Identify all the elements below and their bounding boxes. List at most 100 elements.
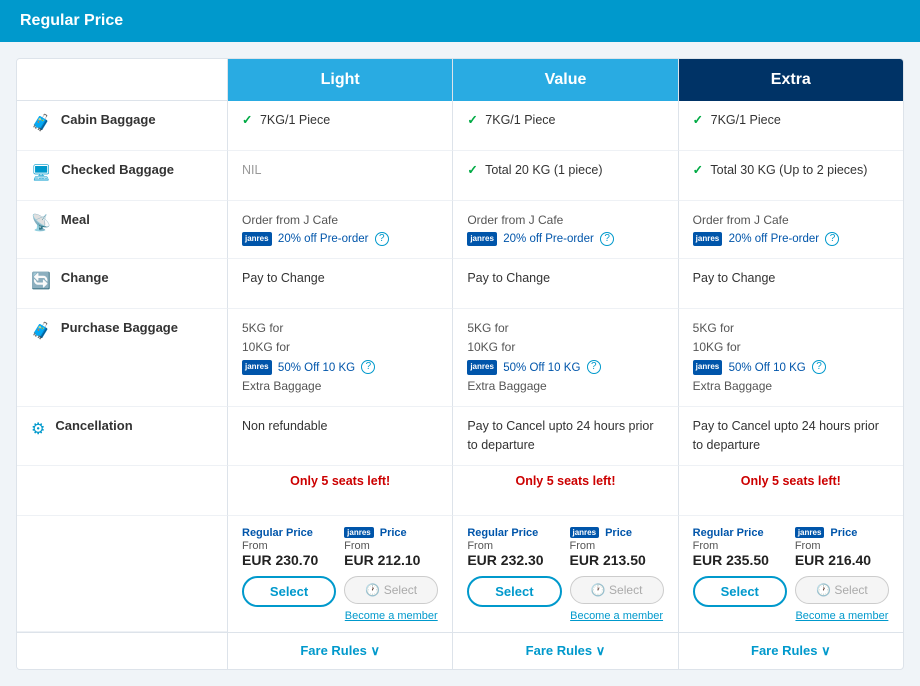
row-cancellation-label: ⚙ Cancellation (17, 407, 227, 466)
col-label-value: Value (545, 71, 587, 88)
fare-rules-value-label: Fare Rules (526, 643, 592, 658)
janres-logo-price-light: janres (344, 527, 374, 538)
price-extra-regular-label: Regular Price (693, 526, 787, 540)
check-icon-checked-value: ✓ (467, 163, 477, 177)
price-extra-janres-from: From (795, 540, 889, 552)
become-member-extra[interactable]: Become a member (795, 610, 889, 622)
help-icon-meal-extra[interactable]: ? (825, 232, 839, 246)
cabin-baggage-icon: 🧳 (31, 113, 51, 133)
baggage-value-extra: Extra Baggage (467, 377, 663, 396)
select-button-light[interactable]: Select (242, 576, 336, 607)
row-checked-baggage-label: 🖥 Checked Baggage (17, 151, 227, 201)
price-extra-janres-amount: EUR 216.40 (795, 552, 889, 568)
clock-icon-value: 🕐 (591, 583, 606, 597)
checked-baggage-icon: 🖥 (31, 163, 51, 183)
page-header: Regular Price (0, 0, 920, 42)
col-header-light: Light (227, 59, 452, 101)
seats-extra-cell: Only 5 seats left! (678, 466, 903, 516)
become-member-value[interactable]: Become a member (570, 610, 664, 622)
help-icon-bag-light[interactable]: ? (361, 360, 375, 374)
price-light-regular-label: Regular Price (242, 526, 336, 540)
select-button-extra-disabled: 🕐 Select (795, 576, 889, 604)
meal-light-cell: Order from J Cafe janres 20% off Pre-ord… (227, 201, 452, 259)
row-change-label: 🔄 Change (17, 259, 227, 309)
janres-logo-bag-extra: janres (693, 360, 723, 375)
price-extra-regular-amount: EUR 235.50 (693, 552, 787, 568)
select-button-value-disabled: 🕐 Select (570, 576, 664, 604)
price-value-regular-amount: EUR 232.30 (467, 552, 561, 568)
meal-value-line1: Order from J Cafe (467, 211, 663, 229)
header-empty-cell (17, 59, 227, 101)
price-value-janres-amount: EUR 213.50 (570, 552, 664, 568)
select-disabled-value-text: Select (609, 583, 642, 597)
header-title: Regular Price (20, 12, 123, 29)
price-empty-label (17, 516, 227, 632)
price-value-janres: janres Price From EUR 213.50 🕐 Select Be… (570, 526, 664, 622)
price-light-regular-amount: EUR 230.70 (242, 552, 336, 568)
select-button-extra[interactable]: Select (693, 576, 787, 607)
fare-rules-value-chevron: ∨ (596, 643, 606, 658)
select-button-value[interactable]: Select (467, 576, 561, 607)
baggage-value-5kg: 5KG for (467, 319, 663, 338)
price-extra-cell: Regular Price From EUR 235.50 Select jan… (678, 516, 903, 632)
check-icon-cabin-light: ✓ (242, 113, 252, 127)
janres-logo-price-extra: janres (795, 527, 825, 538)
cancellation-extra-cell: Pay to Cancel upto 24 hours prior to dep… (678, 407, 903, 466)
cancellation-text: Cancellation (55, 417, 132, 435)
meal-value-line2: janres 20% off Pre-order ? (467, 229, 663, 248)
price-light-cell: Regular Price From EUR 230.70 Select jan… (227, 516, 452, 632)
seats-light-text: Only 5 seats left! (290, 474, 390, 488)
fare-rules-value[interactable]: Fare Rules ∨ (452, 632, 677, 669)
change-text: Change (61, 269, 109, 287)
fare-rules-light-label: Fare Rules (300, 643, 366, 658)
checked-light-nil: NIL (242, 163, 261, 177)
purchase-baggage-icon: 🧳 (31, 321, 51, 341)
baggage-extra-10kg: 10KG for (693, 338, 889, 357)
fare-rules-light[interactable]: Fare Rules ∨ (227, 632, 452, 669)
cancellation-icon: ⚙ (31, 419, 45, 439)
purchase-baggage-text: Purchase Baggage (61, 319, 178, 337)
fare-rules-extra-label: Fare Rules (751, 643, 817, 658)
baggage-value-10kg: 10KG for (467, 338, 663, 357)
help-icon-meal-light[interactable]: ? (375, 232, 389, 246)
meal-light-line1: Order from J Cafe (242, 211, 438, 229)
seats-empty-label (17, 466, 227, 516)
baggage-light-10kg: 10KG for (242, 338, 438, 357)
change-light-cell: Pay to Change (227, 259, 452, 309)
become-member-light[interactable]: Become a member (344, 610, 438, 622)
janres-logo-meal-value: janres (467, 232, 497, 246)
col-header-extra: Extra (678, 59, 903, 101)
meal-light-line2: janres 20% off Pre-order ? (242, 229, 438, 248)
cabin-baggage-text: Cabin Baggage (61, 111, 156, 129)
col-header-value: Value (452, 59, 677, 101)
checked-value-value: Total 20 KG (1 piece) (485, 163, 602, 177)
fare-rules-extra[interactable]: Fare Rules ∨ (678, 632, 903, 669)
change-extra-value: Pay to Change (693, 271, 776, 285)
seats-value-text: Only 5 seats left! (515, 474, 615, 488)
row-meal-label: 📡 Meal (17, 201, 227, 259)
meal-icon: 📡 (31, 213, 51, 233)
help-icon-bag-extra[interactable]: ? (812, 360, 826, 374)
meal-value-cell: Order from J Cafe janres 20% off Pre-ord… (452, 201, 677, 259)
price-value-cell: Regular Price From EUR 232.30 Select jan… (452, 516, 677, 632)
price-extra-regular-from: From (693, 540, 787, 552)
janres-logo-meal-light: janres (242, 232, 272, 246)
cabin-value-value: 7KG/1 Piece (485, 113, 555, 127)
cancellation-value-value: Pay to Cancel upto 24 hours prior to dep… (467, 419, 653, 452)
baggage-light-extra: Extra Baggage (242, 377, 438, 396)
help-icon-meal-value[interactable]: ? (600, 232, 614, 246)
price-light-regular: Regular Price From EUR 230.70 Select (242, 526, 336, 607)
purchase-extra-cell: 5KG for 10KG for janres 50% Off 10 KG ? … (678, 309, 903, 407)
change-extra-cell: Pay to Change (678, 259, 903, 309)
baggage-light-50text: 50% Off 10 KG (278, 362, 355, 374)
seats-value-cell: Only 5 seats left! (452, 466, 677, 516)
change-icon: 🔄 (31, 271, 51, 291)
clock-icon-light: 🕐 (365, 583, 380, 597)
change-value-value: Pay to Change (467, 271, 550, 285)
cancellation-light-cell: Non refundable (227, 407, 452, 466)
checked-extra-cell: ✓ Total 30 KG (Up to 2 pieces) (678, 151, 903, 201)
help-icon-bag-value[interactable]: ? (587, 360, 601, 374)
purchase-light-cell: 5KG for 10KG for janres 50% Off 10 KG ? … (227, 309, 452, 407)
cabin-light-cell: ✓ 7KG/1 Piece (227, 101, 452, 151)
col-label-light: Light (321, 71, 360, 88)
